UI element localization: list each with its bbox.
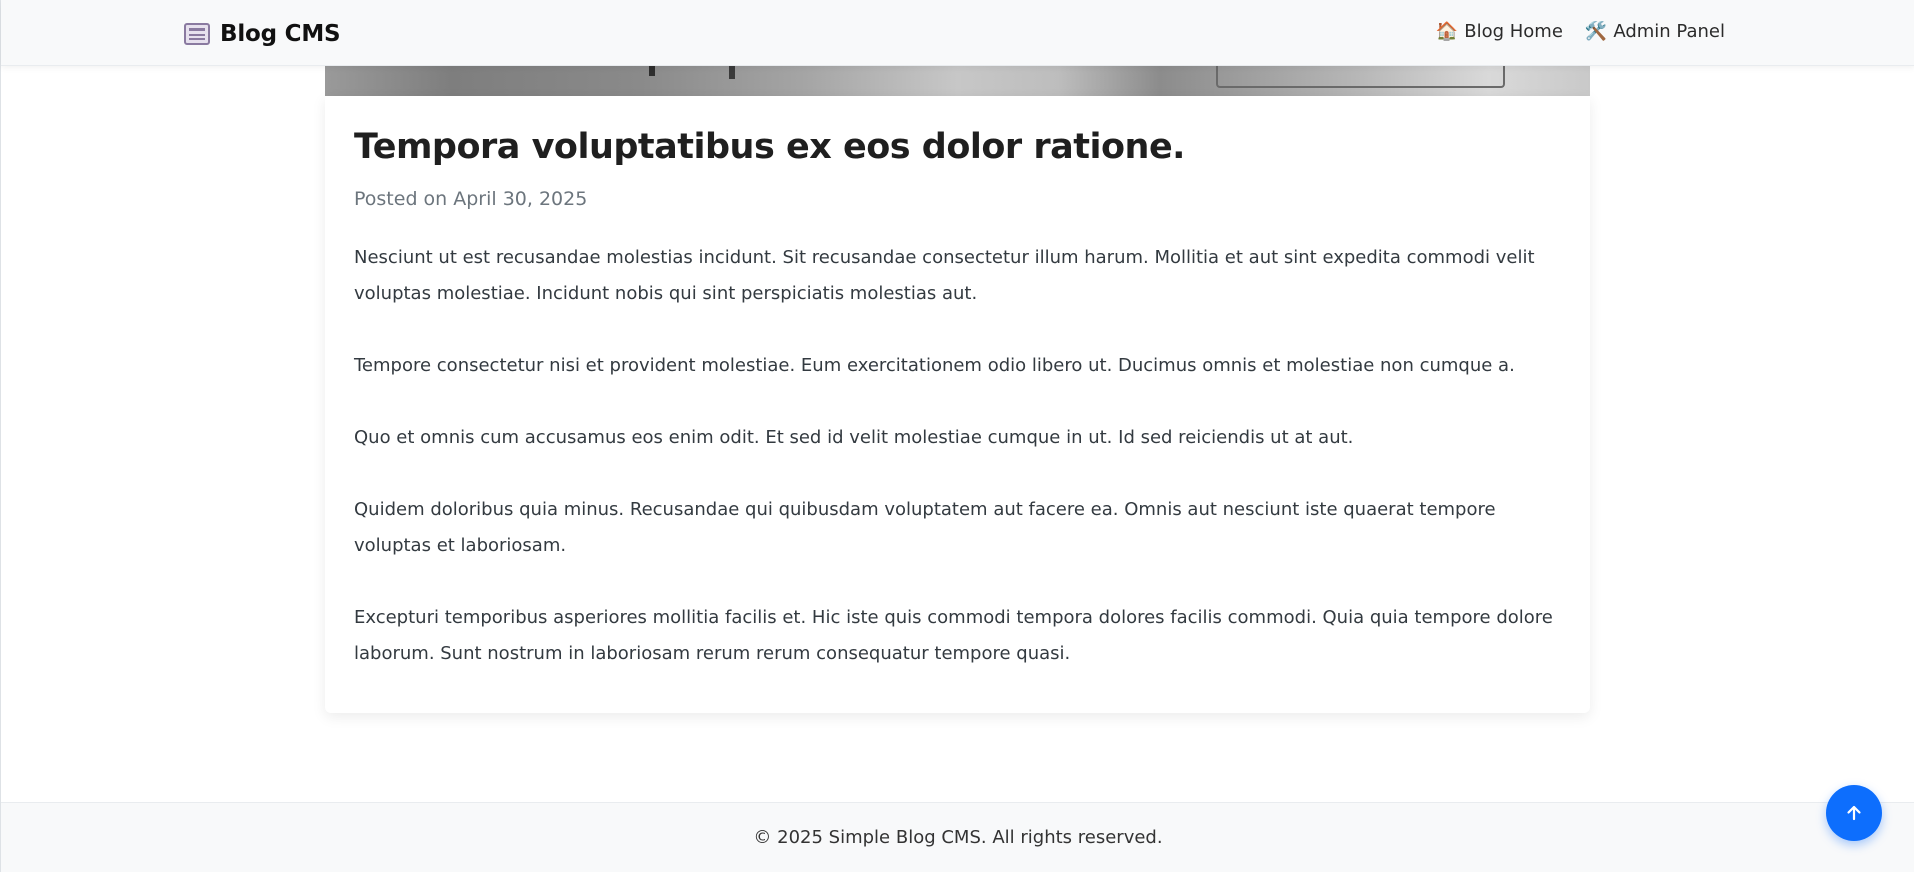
newspaper-icon xyxy=(184,23,210,45)
nav-link-label: Blog Home xyxy=(1464,21,1563,42)
nav-link-label: Admin Panel xyxy=(1613,21,1725,42)
nav-links: 🏠 Blog Home 🛠️ Admin Panel xyxy=(1436,21,1725,42)
house-icon: 🏠 xyxy=(1435,20,1459,42)
post-paragraph: Quidem doloribus quia minus. Recusandae … xyxy=(354,499,1496,556)
navbar: Blog CMS 🏠 Blog Home 🛠️ Admin Panel xyxy=(1,0,1914,66)
post-paragraph: Quo et omnis cum accusamus eos enim odit… xyxy=(354,427,1354,448)
footer-copyright: © 2025 Simple Blog CMS. All rights reser… xyxy=(753,827,1163,848)
nav-link-blog-home[interactable]: 🏠 Blog Home xyxy=(1436,21,1563,42)
post-body: Nesciunt ut est recusandae molestias inc… xyxy=(354,240,1561,672)
back-to-top-button[interactable] xyxy=(1826,785,1882,841)
post-paragraph: Excepturi temporibus asperiores mollitia… xyxy=(354,607,1553,664)
post-card: Tempora voluptatibus ex eos dolor ration… xyxy=(325,96,1590,713)
arrow-up-icon xyxy=(1847,805,1861,821)
brand-text: Blog CMS xyxy=(220,21,341,47)
post-featured-image xyxy=(325,66,1590,96)
tools-icon: 🛠️ xyxy=(1584,20,1608,42)
post-title: Tempora voluptatibus ex eos dolor ration… xyxy=(354,127,1185,167)
footer: © 2025 Simple Blog CMS. All rights reser… xyxy=(1,802,1914,872)
nav-link-admin-panel[interactable]: 🛠️ Admin Panel xyxy=(1585,21,1725,42)
post-date: Posted on April 30, 2025 xyxy=(354,188,588,210)
brand-link[interactable]: Blog CMS xyxy=(184,18,341,50)
post-paragraph: Tempore consectetur nisi et provident mo… xyxy=(354,355,1515,376)
post-paragraph: Nesciunt ut est recusandae molestias inc… xyxy=(354,247,1535,304)
